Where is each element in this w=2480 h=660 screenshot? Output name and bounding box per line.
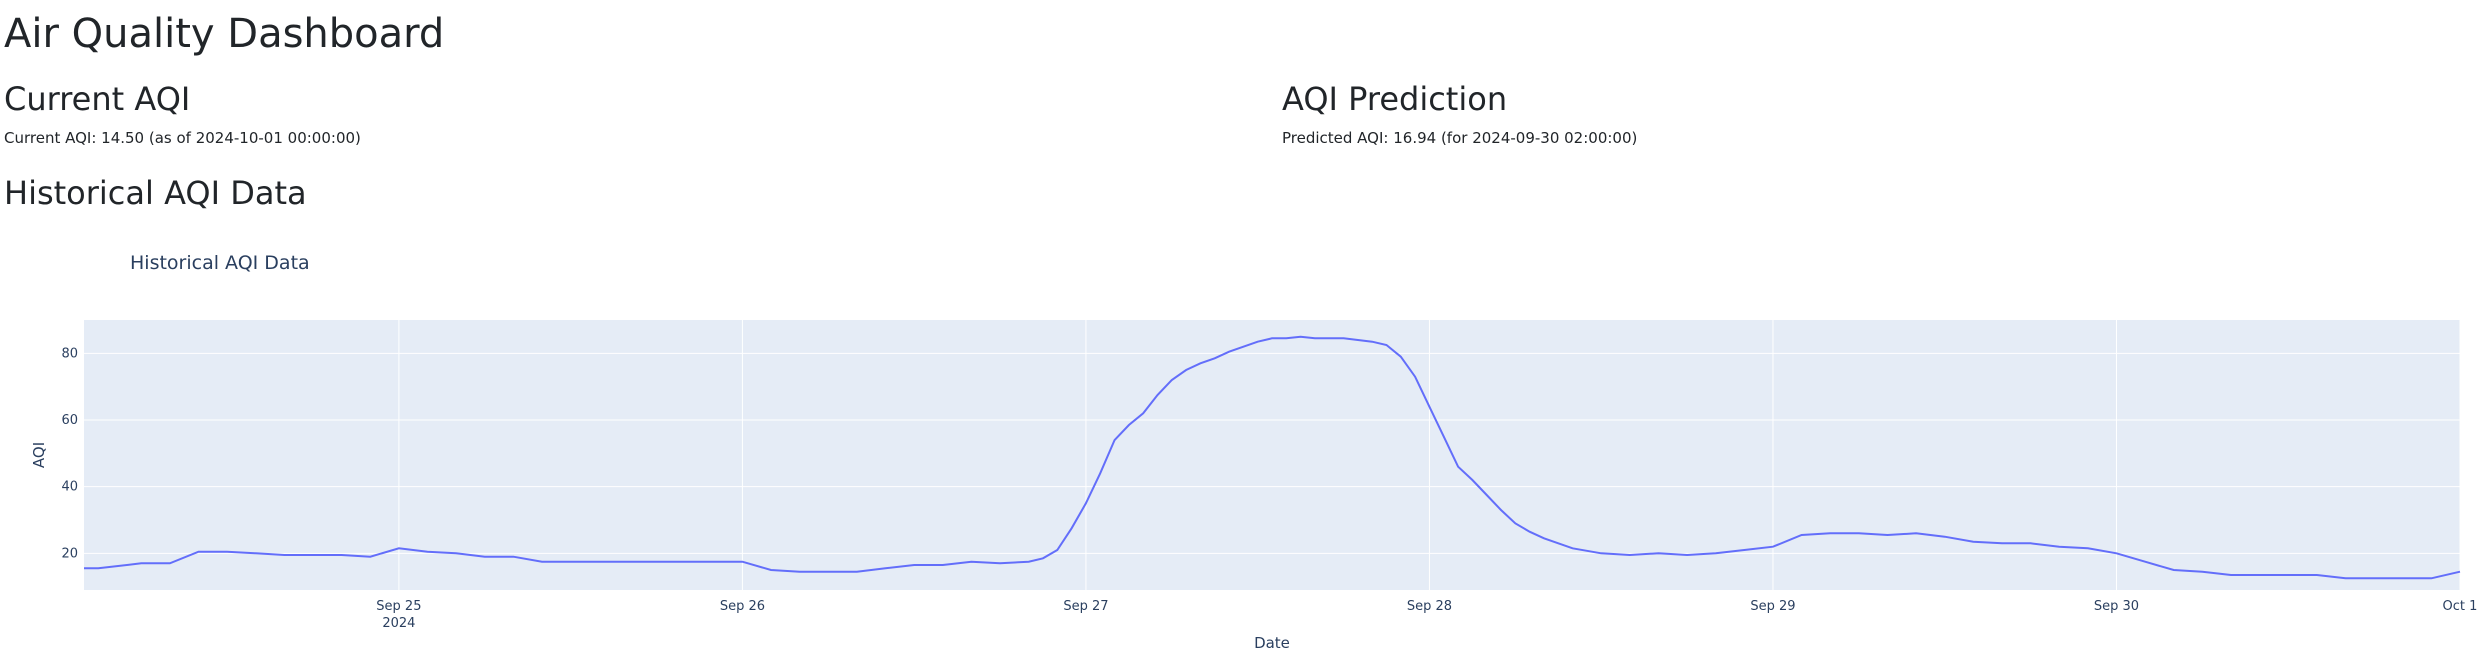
aqi-prediction-text: Predicted AQI: 16.94 (for 2024-09-30 02:… [1282,129,1638,147]
plot-area[interactable] [84,320,2460,590]
aqi-prediction-heading: AQI Prediction [1282,80,1508,118]
y-tick-label: 20 [61,546,78,561]
current-aqi-heading: Current AQI [4,80,191,118]
x-tick-label: Sep 30 [2094,599,2139,614]
x-axis-title: Date [1254,634,1290,652]
historical-aqi-chart[interactable]: Historical AQI Data 20 40 60 80 Sep 25 2024 Se… [0,232,2480,660]
x-tick-label: Sep 27 [1063,599,1108,614]
y-tick-label: 80 [61,346,78,361]
y-tick-label: 40 [61,480,78,495]
historical-aqi-heading: Historical AQI Data [4,174,307,212]
chart-title: Historical AQI Data [130,252,310,274]
x-tick-label: Sep 26 [720,599,765,614]
x-tick-label: Sep 29 [1750,599,1795,614]
page-title: Air Quality Dashboard [4,11,445,57]
x-tick-label: Sep 28 [1407,599,1452,614]
y-axis-title: AQI [30,442,48,468]
x-tick-label: Sep 25 [376,599,421,614]
current-aqi-text: Current AQI: 14.50 (as of 2024-10-01 00:… [4,129,361,147]
x-tick-sublabel: 2024 [382,616,415,631]
x-tick-label: Oct 1 [2443,599,2478,614]
y-tick-label: 60 [61,413,78,428]
